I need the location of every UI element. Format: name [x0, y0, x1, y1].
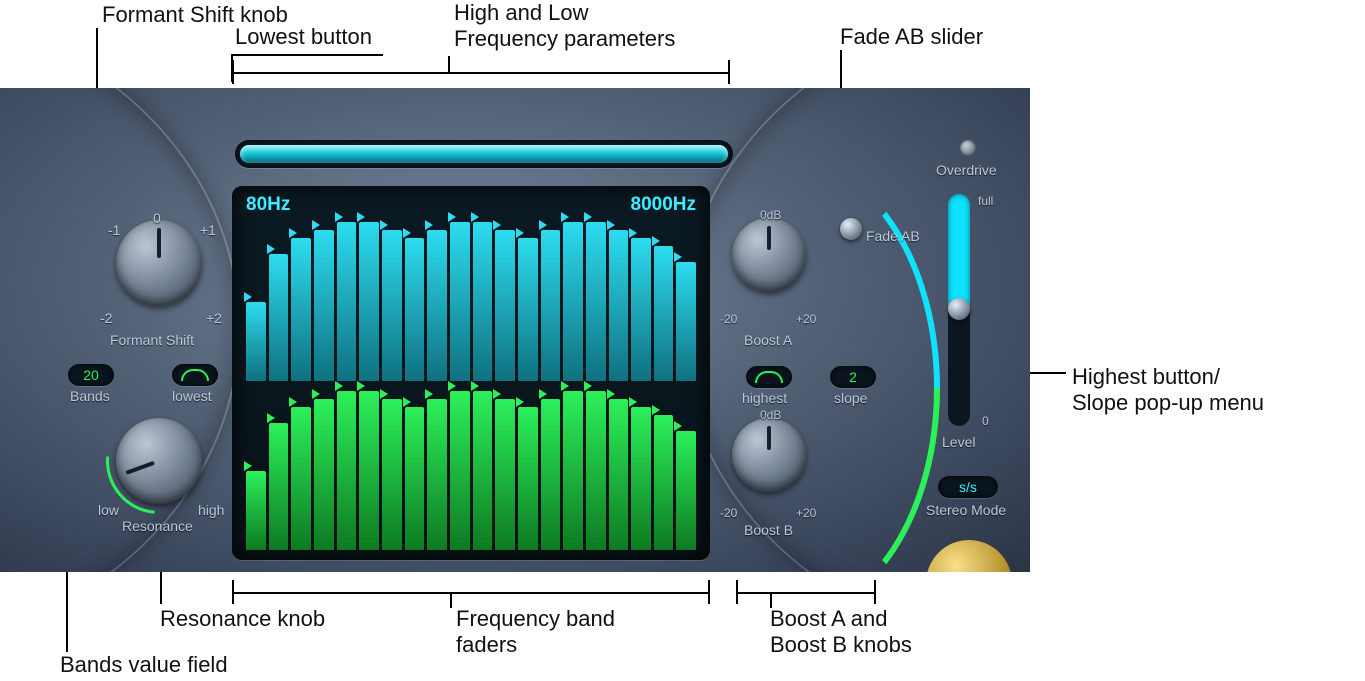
annotation-boost-knobs: Boost A and Boost B knobs: [770, 606, 912, 659]
bank-a-faders[interactable]: [242, 222, 700, 381]
formant-shift-knob[interactable]: [116, 220, 202, 306]
band-fader[interactable]: [563, 222, 583, 381]
band-fader[interactable]: [382, 399, 402, 550]
band-fader[interactable]: [676, 262, 696, 381]
band-fader[interactable]: [586, 391, 606, 550]
band-fader[interactable]: [609, 399, 629, 550]
band-fader[interactable]: [314, 230, 334, 381]
annotation-freq-faders: Frequency band faders: [456, 606, 615, 659]
annotation-freq-params: High and Low Frequency parameters: [454, 0, 675, 53]
band-fader[interactable]: [541, 399, 561, 550]
band-fader[interactable]: [405, 238, 425, 381]
band-fader[interactable]: [314, 399, 334, 550]
formant-shift-label: Formant Shift: [110, 332, 194, 348]
highest-button[interactable]: [746, 366, 792, 388]
boost-a-knob[interactable]: [732, 218, 806, 292]
band-fader[interactable]: [359, 391, 379, 550]
plugin-panel: 80Hz 8000Hz 0 -1 +1 -2 +2 Formant Shift …: [0, 88, 1030, 572]
level-label: Level: [942, 434, 975, 450]
annotation-lowest-button: Lowest button: [235, 24, 372, 50]
band-fader[interactable]: [427, 399, 447, 550]
band-fader[interactable]: [427, 230, 447, 381]
band-fader[interactable]: [269, 254, 289, 381]
band-fader[interactable]: [246, 471, 266, 551]
band-fader[interactable]: [337, 222, 357, 381]
boost-b-knob[interactable]: [732, 418, 806, 492]
band-fader[interactable]: [450, 391, 470, 550]
boost-b-label: Boost B: [744, 522, 793, 538]
bands-label: Bands: [70, 388, 110, 404]
level-slider-thumb[interactable]: [948, 298, 970, 320]
boost-a-label: Boost A: [744, 332, 792, 348]
band-fader[interactable]: [473, 391, 493, 550]
band-fader[interactable]: [518, 407, 538, 550]
annotation-highest-slope: Highest button/ Slope pop-up menu: [1072, 364, 1264, 417]
annotation-fade-ab: Fade AB slider: [840, 24, 983, 50]
band-fader[interactable]: [631, 238, 651, 381]
stereo-mode-label: Stereo Mode: [926, 502, 1006, 518]
band-fader[interactable]: [631, 407, 651, 550]
band-fader[interactable]: [291, 407, 311, 550]
resonance-knob[interactable]: [116, 418, 202, 504]
annotation-resonance: Resonance knob: [160, 606, 325, 632]
band-fader[interactable]: [586, 222, 606, 381]
slope-popup[interactable]: 2: [830, 366, 876, 388]
band-fader[interactable]: [495, 230, 515, 381]
band-fader[interactable]: [654, 415, 674, 550]
frequency-range-bar[interactable]: [235, 140, 733, 168]
band-fader[interactable]: [405, 407, 425, 550]
band-fader[interactable]: [337, 391, 357, 550]
highest-label: highest: [742, 390, 787, 406]
overdrive-label: Overdrive: [936, 162, 997, 178]
high-hz-readout: 8000Hz: [631, 194, 697, 216]
band-fader[interactable]: [563, 391, 583, 550]
band-fader[interactable]: [609, 230, 629, 381]
output-knob[interactable]: [926, 540, 1012, 572]
annotation-bands-field: Bands value field: [60, 652, 228, 678]
band-fader[interactable]: [450, 222, 470, 381]
bank-b-faders[interactable]: [242, 391, 700, 550]
lowest-label: lowest: [172, 388, 212, 404]
fade-ab-label: Fade AB: [866, 228, 920, 244]
band-fader[interactable]: [495, 399, 515, 550]
band-fader[interactable]: [518, 238, 538, 381]
band-fader[interactable]: [269, 423, 289, 550]
bands-value-field[interactable]: 20: [68, 364, 114, 386]
band-fader[interactable]: [676, 431, 696, 550]
stereo-mode-popup[interactable]: s/s: [938, 476, 998, 498]
resonance-label: Resonance: [122, 518, 193, 534]
fade-ab-slider[interactable]: [840, 218, 862, 240]
band-fader[interactable]: [541, 230, 561, 381]
low-hz-readout: 80Hz: [246, 194, 290, 216]
slope-label: slope: [834, 390, 867, 406]
frequency-band-display: 80Hz 8000Hz: [232, 186, 710, 560]
band-fader[interactable]: [473, 222, 493, 381]
band-fader[interactable]: [359, 222, 379, 381]
band-fader[interactable]: [382, 230, 402, 381]
overdrive-led[interactable]: [960, 140, 976, 156]
band-fader[interactable]: [246, 302, 266, 382]
band-fader[interactable]: [291, 238, 311, 381]
lowest-button[interactable]: [172, 364, 218, 386]
band-fader[interactable]: [654, 246, 674, 381]
